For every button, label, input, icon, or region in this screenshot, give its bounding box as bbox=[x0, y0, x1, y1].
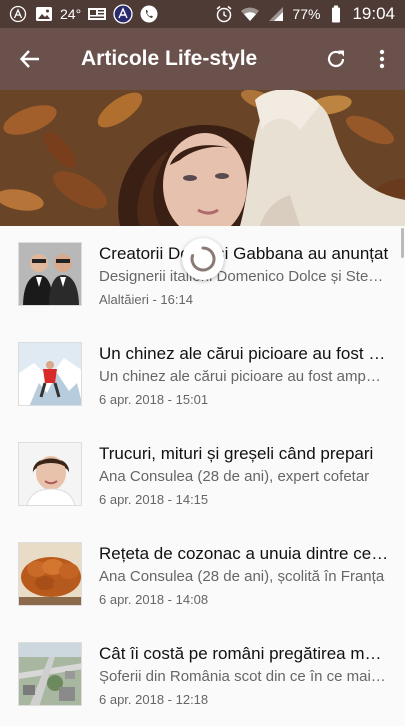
wifi-icon bbox=[240, 5, 260, 23]
article-thumbnail bbox=[18, 542, 82, 606]
article-list: Creatorii Dolce și Gabbana au anunțat De… bbox=[0, 226, 405, 720]
app-bar: Articole Life-style bbox=[0, 28, 405, 90]
article-title: Cât îi costă pe români pregătirea mesei bbox=[99, 644, 389, 663]
page-title: Articole Life-style bbox=[81, 47, 258, 70]
article-date: 6 apr. 2018 - 14:15 bbox=[99, 492, 209, 507]
cell-signal-icon bbox=[266, 5, 286, 23]
article-thumbnail bbox=[18, 342, 82, 406]
article-date: 6 apr. 2018 - 15:01 bbox=[99, 392, 209, 407]
article-date: 6 apr. 2018 - 12:18 bbox=[99, 692, 209, 707]
back-button[interactable] bbox=[0, 28, 60, 90]
spinner-icon bbox=[190, 246, 216, 272]
scrollbar[interactable] bbox=[401, 228, 404, 258]
status-bar: 24° 77% 19:04 bbox=[0, 0, 405, 28]
article-description: Designerii italieni Domenico Dolce și St… bbox=[99, 268, 387, 285]
battery-percent: 77% bbox=[292, 6, 321, 22]
article-title: Creatorii Dolce și Gabbana au anunțat bbox=[99, 244, 389, 263]
battery-icon bbox=[326, 5, 346, 23]
signal-a-icon bbox=[8, 5, 28, 23]
article-thumbnail bbox=[18, 642, 82, 706]
article-date: 6 apr. 2018 - 14:08 bbox=[99, 592, 209, 607]
article-thumbnail bbox=[18, 242, 82, 306]
article-title: Un chinez ale cărui picioare au fost amp… bbox=[99, 344, 389, 363]
refresh-icon bbox=[327, 50, 345, 68]
temperature-text: 24° bbox=[60, 6, 82, 22]
article-description: Ana Consulea (28 de ani), expert cofetar bbox=[99, 468, 370, 485]
image-icon bbox=[34, 5, 54, 23]
app-icon bbox=[113, 4, 133, 24]
phone-icon bbox=[139, 5, 159, 23]
more-vert-icon bbox=[379, 49, 385, 69]
back-arrow-icon bbox=[19, 50, 39, 68]
article-thumbnail bbox=[18, 442, 82, 506]
list-item[interactable]: Cât îi costă pe români pregătirea mesei … bbox=[0, 626, 405, 726]
alarm-icon bbox=[214, 5, 234, 23]
article-description: Ana Consulea (28 de ani), școlită în Fra… bbox=[99, 568, 385, 585]
hero-image bbox=[0, 90, 405, 226]
article-description: Șoferii din România scot din ce în ce ma… bbox=[99, 668, 387, 685]
article-title: Trucuri, mituri și greșeli când prepari bbox=[99, 444, 374, 463]
list-item[interactable]: Un chinez ale cărui picioare au fost amp… bbox=[0, 326, 405, 426]
article-description: Un chinez ale cărui picioare au fost amp… bbox=[99, 368, 387, 385]
loading-spinner bbox=[182, 238, 224, 280]
article-date: Alaltăieri - 16:14 bbox=[99, 292, 193, 307]
list-item[interactable]: Trucuri, mituri și greșeli când prepari … bbox=[0, 426, 405, 526]
list-item[interactable]: Rețeta de cozonac a unuia dintre cei mai… bbox=[0, 526, 405, 626]
refresh-button[interactable] bbox=[313, 28, 359, 90]
clock: 19:04 bbox=[352, 4, 395, 23]
article-title: Rețeta de cozonac a unuia dintre cei mai bbox=[99, 544, 389, 563]
news-icon bbox=[87, 5, 107, 23]
more-options-button[interactable] bbox=[359, 28, 405, 90]
